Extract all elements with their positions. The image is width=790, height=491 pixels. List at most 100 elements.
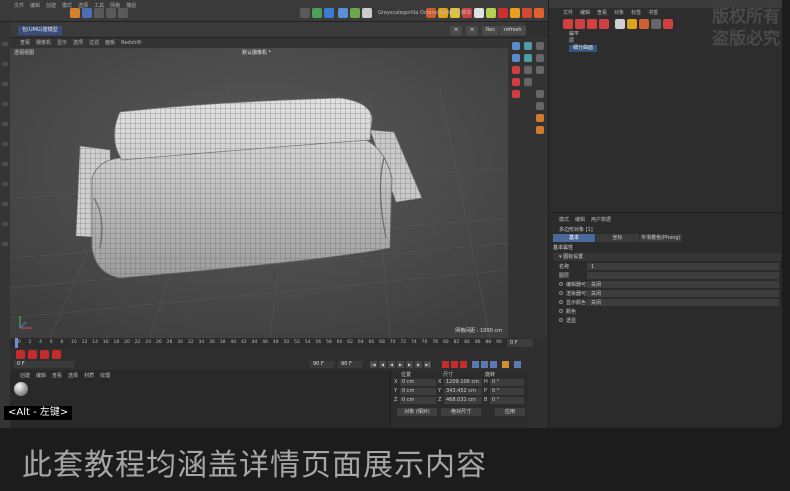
viewport-menu-item[interactable]: 查看 [20, 38, 30, 48]
plugin-icon-9[interactable] [522, 8, 532, 18]
timeline-menu-icon[interactable] [514, 361, 521, 368]
plugin-icon-7[interactable] [498, 8, 508, 18]
field-value[interactable]: 关闭 [587, 281, 779, 288]
tool-icon[interactable] [512, 42, 520, 50]
undo-icon[interactable] [70, 8, 80, 18]
material-menu-item[interactable]: 纹理 [100, 372, 110, 379]
field-name[interactable]: 名称 1 [559, 263, 781, 271]
field-value[interactable]: 关闭 [587, 299, 779, 306]
tab-basic[interactable]: 基本 [553, 234, 596, 242]
move-icon[interactable] [94, 8, 104, 18]
om-row-selected[interactable]: 细分曲面 [569, 45, 598, 52]
plugin-icon-5[interactable] [474, 8, 484, 18]
om-tool-icon[interactable] [575, 19, 585, 29]
next-key-icon[interactable]: ▶ [415, 361, 422, 368]
om-row[interactable]: 层 [569, 38, 574, 45]
om-menu-item[interactable]: 查看 [597, 9, 607, 16]
radio-icon[interactable] [559, 318, 563, 322]
field-value[interactable] [587, 272, 779, 279]
record-icon[interactable] [442, 361, 449, 368]
rot-b-field[interactable]: 0 ° [490, 397, 524, 404]
radio-icon[interactable] [559, 309, 563, 313]
radio-icon[interactable] [559, 291, 563, 295]
tool-icon[interactable] [524, 54, 532, 62]
viewport-menu-item[interactable]: 面板 [105, 38, 115, 48]
plugin-icon-6[interactable] [486, 8, 496, 18]
radio-icon[interactable] [559, 282, 563, 286]
field-value[interactable]: 关闭 [587, 290, 779, 297]
size-x-field[interactable]: 1209.106 cm [444, 379, 482, 386]
camera-name[interactable]: 默认摄像机 * [242, 49, 271, 56]
end-frame-field[interactable]: 90 F [310, 361, 334, 368]
plugins-menu[interactable]: Greyscalegorilla Octane Redshift 脚本 [378, 9, 471, 16]
om-row[interactable]: 扁平 [569, 31, 579, 38]
field-color[interactable]: 颜色 [559, 308, 781, 316]
tool-icon[interactable] [524, 42, 532, 50]
first-frame-icon[interactable]: |◀ [370, 361, 377, 368]
object-tag[interactable]: 包(UMG)建模型 [18, 26, 62, 35]
material-ball[interactable] [14, 382, 28, 396]
candy-wrapper-mesh[interactable] [75, 97, 423, 279]
am-menu-item[interactable]: 编辑 [575, 216, 585, 223]
key-param-icon[interactable] [502, 361, 509, 368]
material-menu-item[interactable]: 材质 [84, 372, 94, 379]
viewport-menu-item[interactable]: 选项 [73, 38, 83, 48]
plugin-icon-8[interactable] [510, 8, 520, 18]
prev-frame-icon[interactable]: ◀ [388, 361, 395, 368]
refresh-button[interactable]: refresh [500, 26, 526, 35]
pos-z-field[interactable]: 0 cm [400, 397, 436, 404]
tool-icon[interactable] [536, 126, 544, 134]
current-frame-field[interactable]: 0 F [507, 339, 533, 347]
om-tool-icon[interactable] [663, 19, 673, 29]
key-rot-icon[interactable] [481, 361, 488, 368]
field-editor-visible[interactable]: 编辑器可见 关闭 [559, 281, 781, 289]
cloner-icon[interactable] [350, 8, 360, 18]
rec-button[interactable]: Rec [482, 26, 500, 35]
radio-icon[interactable] [559, 300, 563, 304]
tab-coord[interactable]: 坐标 [596, 234, 639, 242]
max-frame-field[interactable]: 90 F [338, 361, 362, 368]
field-display-color[interactable]: 显示颜色 关闭 [559, 299, 781, 307]
menu-item[interactable]: 文件 [14, 2, 24, 9]
field-layer[interactable]: 图层 [559, 272, 781, 280]
last-frame-icon[interactable]: ▶| [424, 361, 431, 368]
pen-icon[interactable] [324, 8, 334, 18]
layout-button[interactable]: ≡ [450, 26, 463, 35]
size-mode-select[interactable]: 绝对尺寸 [441, 408, 481, 416]
rotate-icon[interactable] [118, 8, 128, 18]
om-menu-item[interactable]: 对象 [614, 9, 624, 16]
tool-icon[interactable] [524, 78, 532, 86]
timeline-ruler[interactable]: 0 F 0 2 4 6 8 10 12 14 16 18 20 22 24 26 28 30 32 34 36 38 4… [10, 338, 533, 348]
viewport-menu-item[interactable]: 显示 [57, 38, 67, 48]
live-select-icon[interactable] [82, 8, 92, 18]
om-menu-item[interactable]: 文件 [563, 9, 573, 16]
om-tool-icon[interactable] [639, 19, 649, 29]
rot-p-field[interactable]: 0 ° [490, 388, 524, 395]
viewport-menu-item[interactable]: 过滤 [89, 38, 99, 48]
tool-icon[interactable] [536, 54, 544, 62]
key-selection-icon[interactable] [460, 361, 467, 368]
tool-icon[interactable] [536, 114, 544, 122]
subdivision-icon[interactable] [338, 8, 348, 18]
coord-mode-select[interactable]: 对象 (相对) [397, 408, 437, 416]
tool-icon[interactable] [536, 66, 544, 74]
menu-item[interactable]: 创建 [46, 2, 56, 9]
om-menu-item[interactable]: 标签 [631, 9, 641, 16]
tool-icon[interactable] [536, 90, 544, 98]
tab-phong[interactable]: 平滑着色(Phong) [639, 234, 682, 242]
pos-y-field[interactable]: 0 cm [400, 388, 436, 395]
rot-h-field[interactable]: 0 ° [490, 379, 524, 386]
om-menu-item[interactable]: 书签 [648, 9, 658, 16]
material-menu-item[interactable]: 创建 [20, 372, 30, 379]
tool-icon[interactable] [524, 66, 532, 74]
tool-icon[interactable] [512, 54, 520, 62]
om-tool-icon[interactable] [627, 19, 637, 29]
layout-button-2[interactable]: ≡ [466, 26, 479, 35]
field-render-visible[interactable]: 渲染器可见 关闭 [559, 290, 781, 298]
field-value[interactable]: 1 [587, 263, 779, 270]
om-tool-icon[interactable] [587, 19, 597, 29]
material-menu-item[interactable]: 编辑 [36, 372, 46, 379]
keyframe-icon[interactable] [28, 350, 37, 359]
keyframe-icon[interactable] [16, 350, 25, 359]
am-subsection[interactable]: ▾ 图标设置 [553, 253, 781, 261]
